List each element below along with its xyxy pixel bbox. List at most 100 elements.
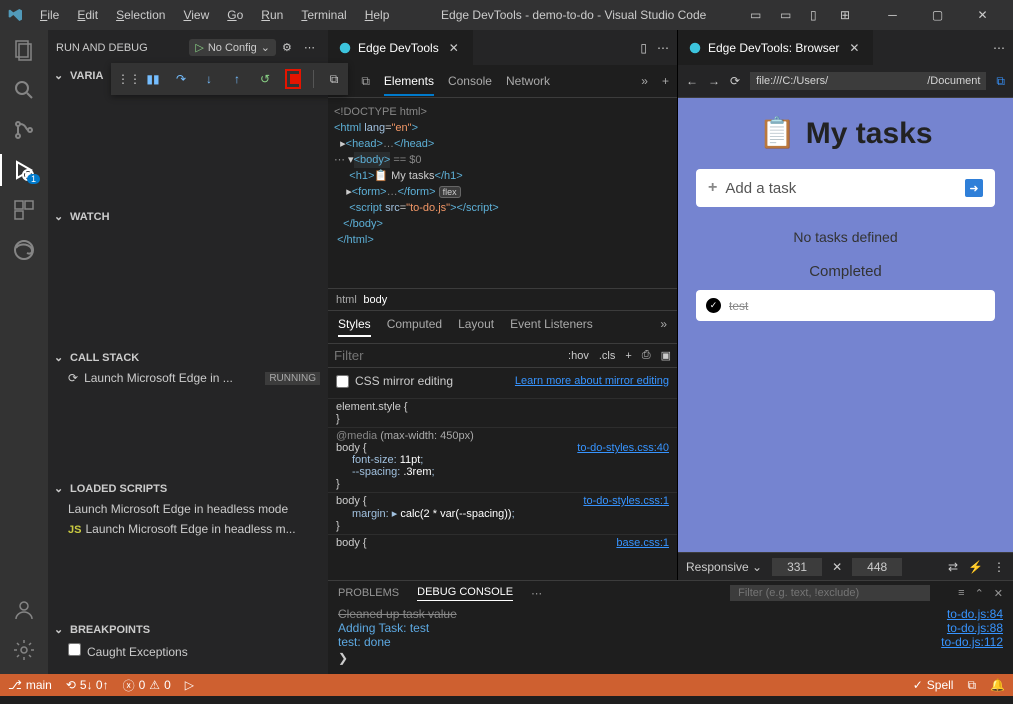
editor-tab-browser[interactable]: Edge DevTools: Browser ✕ [678, 30, 874, 65]
account-icon[interactable] [12, 598, 36, 622]
watch-section[interactable]: ⌄WATCH [48, 206, 328, 227]
css-tab-computed[interactable]: Computed [387, 317, 442, 337]
pause-icon[interactable]: ▮▮ [145, 72, 161, 86]
callstack-section[interactable]: ⌄CALL STACK [48, 347, 328, 368]
device-selector[interactable]: Responsive ⌄ [686, 560, 762, 574]
split-editor-icon[interactable]: ▯ [640, 41, 647, 55]
layout-left-icon[interactable]: ▭ [750, 8, 764, 22]
css-tab-styles[interactable]: Styles [338, 317, 371, 337]
check-icon[interactable]: ✓ [706, 298, 721, 313]
menu-edit[interactable]: Edit [69, 4, 106, 26]
console-prompt[interactable]: ❯ [338, 649, 1003, 665]
forward-icon[interactable]: → [708, 74, 720, 88]
menu-terminal[interactable]: Terminal [293, 4, 354, 26]
menu-file[interactable]: File [32, 4, 67, 26]
cls-toggle[interactable]: .cls [599, 350, 616, 362]
debug-toolbar[interactable]: ⋮⋮ ▮▮ ↷ ↓ ↑ ↺ ⧉ [111, 63, 348, 95]
explorer-icon[interactable] [12, 38, 36, 62]
css-source-link[interactable]: to-do-styles.css:40 [577, 442, 669, 454]
css-filter-input[interactable] [334, 348, 558, 363]
clear-console-icon[interactable]: ≡ [958, 587, 964, 600]
debug-status-icon[interactable]: ▷ [185, 678, 194, 692]
source-link[interactable]: to-do.js:84 [947, 607, 1003, 621]
new-rule-icon[interactable]: + [625, 350, 631, 362]
width-input[interactable]: 331 [772, 558, 822, 576]
css-rules[interactable]: element.style {} @media (max-width: 450p… [328, 394, 677, 580]
console-filter-input[interactable] [730, 585, 930, 601]
drag-handle-icon[interactable]: ⋮⋮ [117, 72, 133, 86]
more-icon[interactable]: ▣ [661, 349, 671, 362]
debug-console-output[interactable]: Cleaned up task valueto-do.js:84 Adding … [328, 605, 1013, 674]
more-icon[interactable]: ⋯ [531, 587, 542, 600]
collapse-icon[interactable]: ⌃ [975, 587, 984, 600]
devtools-tab-console[interactable]: Console [448, 74, 492, 88]
breakpoints-section[interactable]: ⌄BREAKPOINTS [48, 619, 328, 640]
page-preview[interactable]: 📋My tasks + Add a task ➜ No tasks define… [678, 98, 1013, 552]
css-source-link[interactable]: base.css:1 [616, 537, 669, 549]
devtools-tab-network[interactable]: Network [506, 74, 550, 88]
expand-icon[interactable]: » [641, 74, 648, 88]
source-link[interactable]: to-do.js:112 [941, 635, 1003, 649]
menu-selection[interactable]: Selection [108, 4, 173, 26]
back-icon[interactable]: ← [686, 74, 698, 88]
gear-icon[interactable]: ⚙ [282, 41, 298, 54]
close-button[interactable]: ✕ [960, 0, 1005, 30]
more-icon[interactable]: ⋮ [993, 560, 1005, 574]
settings-icon[interactable] [12, 638, 36, 662]
height-input[interactable]: 448 [852, 558, 902, 576]
close-icon[interactable]: ✕ [449, 41, 463, 55]
extensions-icon[interactable] [12, 198, 36, 222]
menu-go[interactable]: Go [219, 4, 251, 26]
close-panel-icon[interactable]: ✕ [994, 587, 1003, 600]
add-tab-icon[interactable]: + [662, 74, 669, 88]
debug-config-selector[interactable]: ▷ No Config ⌄ [189, 39, 276, 56]
hov-toggle[interactable]: :hov [568, 350, 589, 362]
maximize-button[interactable]: ▢ [915, 0, 960, 30]
callstack-item[interactable]: ⟳ Launch Microsoft Edge in ... RUNNING [48, 368, 328, 388]
css-source-link[interactable]: to-do-styles.css:1 [583, 495, 669, 507]
source-control-icon[interactable] [12, 118, 36, 142]
problems-indicator[interactable]: ⓧ0 ⚠0 [123, 677, 171, 694]
restart-icon[interactable]: ↺ [257, 72, 273, 86]
more-icon[interactable]: ⋯ [993, 41, 1005, 55]
minimize-button[interactable]: ─ [870, 0, 915, 30]
submit-icon[interactable]: ➜ [965, 179, 983, 197]
css-tab-events[interactable]: Event Listeners [510, 317, 593, 337]
layout-bottom-icon[interactable]: ▭ [780, 8, 794, 22]
editor-tab-devtools[interactable]: Edge DevTools ✕ [328, 30, 474, 65]
add-task-input[interactable]: + Add a task ➜ [696, 169, 995, 207]
sync-indicator[interactable]: ⟲5↓ 0↑ [66, 678, 109, 692]
script-item-js[interactable]: JSLaunch Microsoft Edge in headless m... [48, 519, 328, 539]
stop-icon[interactable] [285, 69, 301, 89]
panel-tab-debug-console[interactable]: DEBUG CONSOLE [417, 586, 513, 601]
mirror-checkbox[interactable] [336, 375, 349, 388]
refresh-icon[interactable]: ⟳ [730, 74, 740, 88]
throttle-icon[interactable]: ⚡ [968, 560, 983, 574]
menu-view[interactable]: View [175, 4, 217, 26]
step-out-icon[interactable]: ↑ [229, 72, 245, 86]
menu-help[interactable]: Help [357, 4, 398, 26]
caught-exceptions-checkbox[interactable] [68, 643, 81, 656]
loaded-scripts-section[interactable]: ⌄LOADED SCRIPTS [48, 478, 328, 499]
step-over-icon[interactable]: ↷ [173, 72, 189, 86]
devtools-tab-elements[interactable]: Elements [384, 74, 434, 96]
layout-grid-icon[interactable]: ⊞ [840, 8, 854, 22]
step-into-icon[interactable]: ↓ [201, 72, 217, 86]
expand-icon[interactable]: » [660, 317, 667, 337]
breakpoint-caught[interactable]: Caught Exceptions [48, 640, 328, 662]
rendering-icon[interactable]: ⎙ [642, 349, 651, 362]
open-devtools-icon[interactable]: ⧉ [996, 74, 1005, 89]
menu-run[interactable]: Run [253, 4, 291, 26]
spell-indicator[interactable]: ✓ Spell [913, 678, 954, 692]
screencast-icon[interactable]: ⧉ [326, 72, 342, 87]
css-tab-layout[interactable]: Layout [458, 317, 494, 337]
address-bar[interactable]: file:///C:/Users/ /Document [750, 72, 986, 90]
close-icon[interactable]: ✕ [849, 41, 863, 55]
bell-icon[interactable]: 🔔 [990, 678, 1005, 692]
branch-indicator[interactable]: ⎇main [8, 678, 52, 692]
script-item-parent[interactable]: Launch Microsoft Edge in headless mode [48, 499, 328, 519]
device-icon[interactable]: ⧉ [361, 74, 370, 89]
search-icon[interactable] [12, 78, 36, 102]
dom-breadcrumb[interactable]: html body [328, 288, 677, 310]
mirror-link[interactable]: Learn more about mirror editing [515, 375, 669, 387]
